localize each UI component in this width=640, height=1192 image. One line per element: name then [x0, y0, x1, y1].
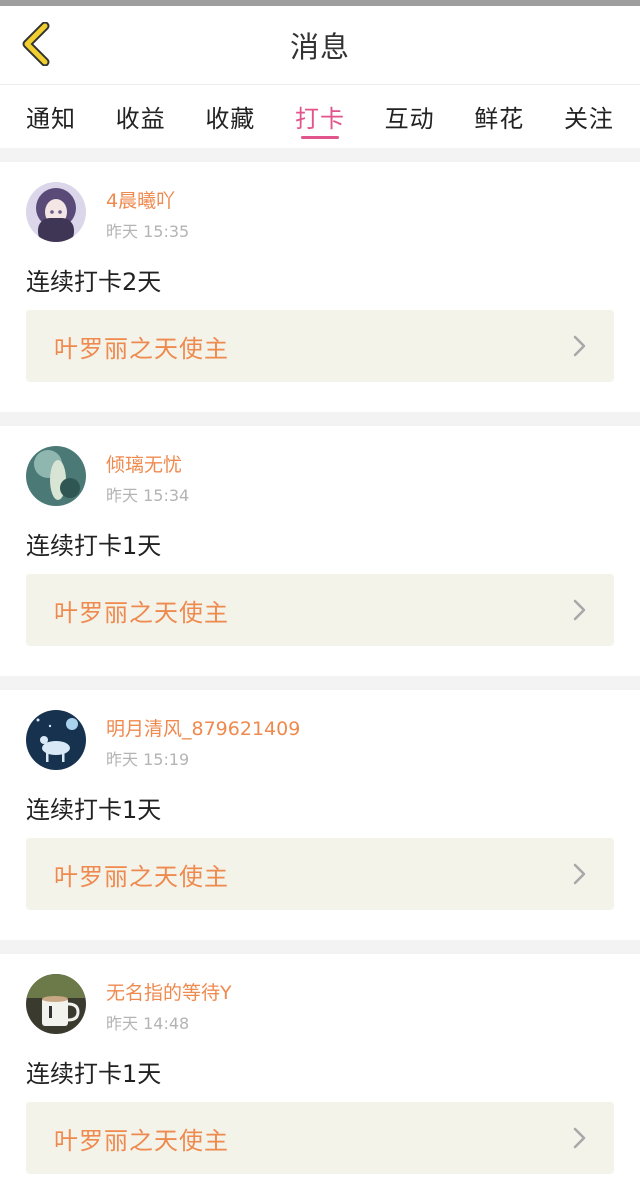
username[interactable]: 无名指的等待Y — [106, 978, 232, 1005]
avatar[interactable] — [26, 446, 86, 506]
tab-notice[interactable]: 通知 — [26, 85, 76, 149]
timestamp: 昨天 15:35 — [106, 222, 190, 241]
book-title: 叶罗丽之天使主 — [54, 862, 229, 891]
book-link[interactable]: 叶罗丽之天使主 — [26, 838, 614, 910]
app-header: 消息 — [0, 6, 640, 84]
avatar[interactable] — [26, 710, 86, 770]
message-item: 倾璃无忧 昨天 15:34 连续打卡1天 叶罗丽之天使主 — [0, 426, 640, 676]
chevron-left-icon — [22, 22, 50, 66]
book-title: 叶罗丽之天使主 — [54, 334, 229, 363]
username[interactable]: 倾璃无忧 — [106, 450, 182, 477]
avatar[interactable] — [26, 974, 86, 1034]
tab-flowers[interactable]: 鲜花 — [474, 85, 524, 149]
username[interactable]: 明月清风_879621409 — [106, 714, 300, 741]
back-button[interactable] — [14, 20, 58, 68]
tab-interaction[interactable]: 互动 — [385, 85, 435, 149]
message-header: 倾璃无忧 昨天 15:34 — [26, 446, 614, 506]
timestamp: 昨天 14:48 — [106, 1014, 190, 1033]
tab-checkin[interactable]: 打卡 — [295, 85, 345, 149]
timestamp: 昨天 15:19 — [106, 750, 190, 769]
page-title: 消息 — [289, 30, 350, 64]
divider — [0, 940, 640, 954]
message-content: 连续打卡2天 — [26, 268, 162, 296]
tab-earnings[interactable]: 收益 — [116, 85, 166, 149]
message-header: 明月清风_879621409 昨天 15:19 — [26, 710, 614, 770]
message-content: 连续打卡1天 — [26, 1060, 162, 1088]
message-header: 4晨曦吖 昨天 15:35 — [26, 182, 614, 242]
book-link[interactable]: 叶罗丽之天使主 — [26, 310, 614, 382]
book-link[interactable]: 叶罗丽之天使主 — [26, 574, 614, 646]
tab-favorites[interactable]: 收藏 — [205, 85, 255, 149]
tab-bar: 通知 收益 收藏 打卡 互动 鲜花 关注 — [0, 84, 640, 148]
timestamp: 昨天 15:34 — [106, 486, 190, 505]
username[interactable]: 4晨曦吖 — [106, 186, 175, 213]
message-item: 4晨曦吖 昨天 15:35 连续打卡2天 叶罗丽之天使主 — [0, 162, 640, 412]
chevron-right-icon — [573, 1127, 586, 1149]
chevron-right-icon — [573, 863, 586, 885]
message-item: 明月清风_879621409 昨天 15:19 连续打卡1天 叶罗丽之天使主 — [0, 690, 640, 940]
avatar[interactable] — [26, 182, 86, 242]
tab-follow[interactable]: 关注 — [564, 85, 614, 149]
message-header: 无名指的等待Y 昨天 14:48 — [26, 974, 614, 1034]
book-title: 叶罗丽之天使主 — [54, 1126, 229, 1155]
book-title: 叶罗丽之天使主 — [54, 598, 229, 627]
divider — [0, 676, 640, 690]
divider — [0, 148, 640, 162]
divider — [0, 412, 640, 426]
book-link[interactable]: 叶罗丽之天使主 — [26, 1102, 614, 1174]
message-content: 连续打卡1天 — [26, 532, 162, 560]
chevron-right-icon — [573, 335, 586, 357]
message-content: 连续打卡1天 — [26, 796, 162, 824]
chevron-right-icon — [573, 599, 586, 621]
message-item: 无名指的等待Y 昨天 14:48 连续打卡1天 叶罗丽之天使主 — [0, 954, 640, 1192]
